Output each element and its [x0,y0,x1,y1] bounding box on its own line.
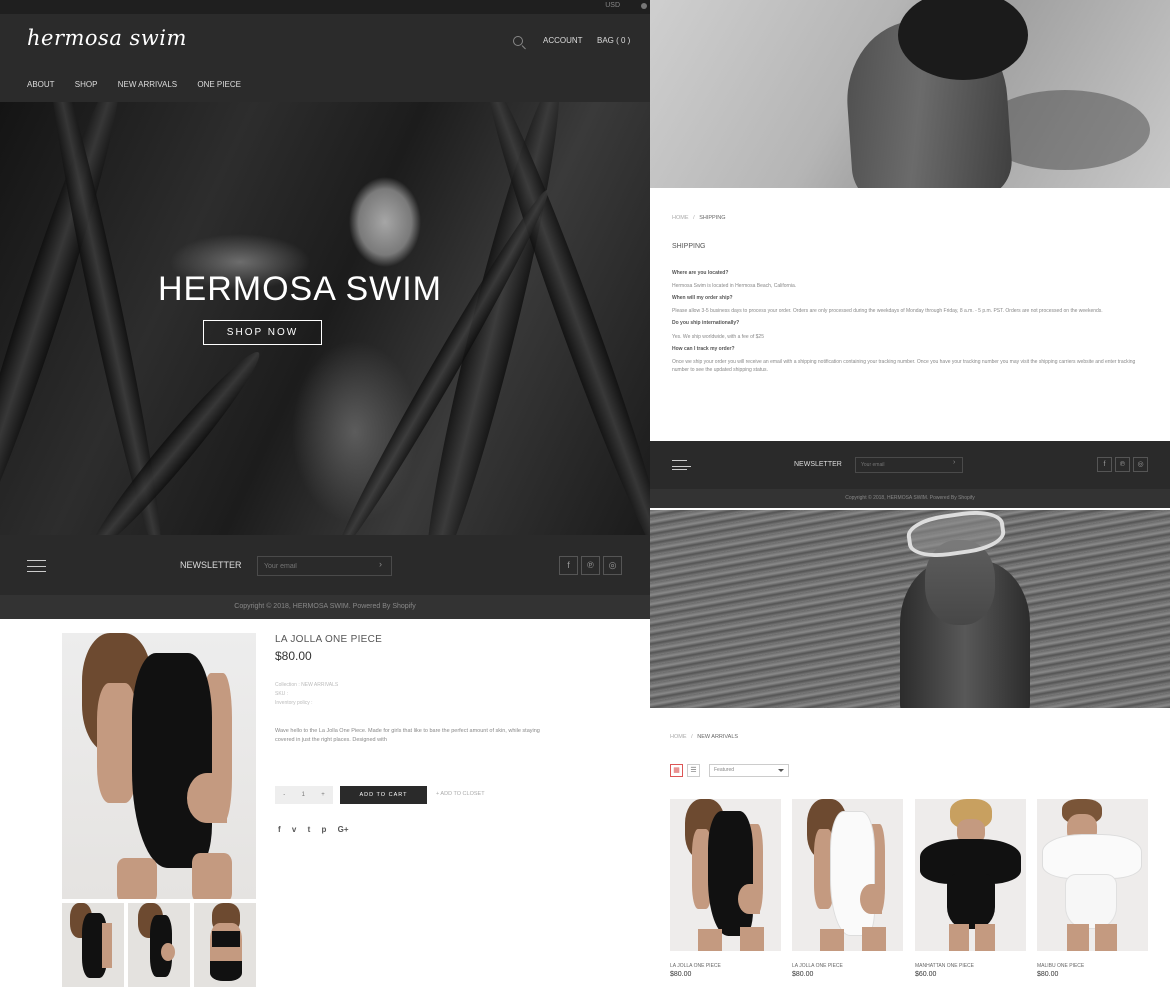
twitter-icon[interactable]: t [308,825,311,834]
faq-question: When will my order ship? [672,295,733,301]
product-name[interactable]: MALIBU ONE PIECE [1037,963,1148,969]
vimeo-icon[interactable]: v [292,825,296,834]
breadcrumb-current: SHIPPING [699,215,726,221]
submit-arrow-icon[interactable]: › [379,559,382,569]
google-plus-icon[interactable]: G+ [338,825,349,834]
share-icons: f v t p G+ [278,825,358,834]
product-collection: Collection : NEW ARRIVALS [275,682,339,688]
product-inventory: Inventory policy : [275,700,313,706]
faq-answer: Hermosa Swim is located in Hermosa Beach… [672,283,797,289]
qty-plus-button[interactable]: + [321,792,325,798]
account-link[interactable]: ACCOUNT [543,36,583,45]
product-name[interactable]: LA JOLLA ONE PIECE [670,963,781,969]
store-logo[interactable]: hermosa swim [27,26,187,50]
instagram-icon[interactable]: ◎ [603,556,622,575]
nav-item-about[interactable]: ABOUT [27,80,55,89]
pinterest-icon[interactable]: ℗ [1115,457,1130,472]
collection-banner-image [650,510,1170,708]
product-thumbnail[interactable] [128,903,190,987]
product-image[interactable] [915,799,1026,951]
newsletter-email-input[interactable] [855,457,963,473]
product-image[interactable] [792,799,903,951]
pinterest-icon[interactable]: p [322,825,327,834]
breadcrumb: HOME / SHIPPING [672,215,726,221]
breadcrumb-current: NEW ARRIVALS [697,734,739,740]
product-image[interactable] [670,799,781,951]
site-footer: NEWSLETTER › f ℗ ◎ [0,535,650,595]
list-view-icon[interactable]: ☰ [687,764,700,777]
product-thumbnail[interactable] [194,903,256,987]
grid-view-icon[interactable]: ▦ [670,764,683,777]
product-title: LA JOLLA ONE PIECE [275,634,383,645]
breadcrumb-separator: / [691,734,693,740]
shop-now-button[interactable]: SHOP NOW [203,320,322,345]
faq-answer: Yes. We ship worldwide, with a fee of $2… [672,334,764,340]
facebook-icon[interactable]: f [1097,457,1112,472]
pinterest-icon[interactable]: ℗ [581,556,600,575]
breadcrumb-home[interactable]: HOME [672,215,689,221]
newsletter-label: NEWSLETTER [180,560,242,570]
top-bar: USD [0,0,650,14]
breadcrumb-separator: / [693,215,695,221]
faq-answer: Please allow 3-5 business days to proces… [672,308,1103,314]
newsletter-email-input[interactable] [257,556,392,576]
add-to-cart-button[interactable]: ADD TO CART [340,786,427,804]
search-icon[interactable] [513,36,523,46]
newsletter-label: NEWSLETTER [794,461,842,468]
menu-icon[interactable] [672,460,691,470]
breadcrumb: HOME / NEW ARRIVALS [670,734,738,740]
product-price: $80.00 [792,971,814,978]
qty-value[interactable]: 1 [302,792,305,798]
site-footer: NEWSLETTER › f ℗ ◎ [650,441,1170,489]
breadcrumb-home[interactable]: HOME [670,734,687,740]
add-to-closet-link[interactable]: + ADD TO CLOSET [436,791,485,797]
submit-arrow-icon[interactable]: › [953,459,955,466]
product-price: $80.00 [275,649,312,663]
facebook-icon[interactable]: f [559,556,578,575]
product-main-image[interactable] [62,633,256,899]
faq-answer: Once we ship your order you will receive… [672,359,1136,373]
product-price: $80.00 [1037,971,1059,978]
collection-content: HOME / NEW ARRIVALS ▦ ☰ Featured LA JOLL… [650,708,1170,1000]
product-card[interactable]: LA JOLLA ONE PIECE $80.00 [670,799,781,978]
instagram-icon[interactable]: ◎ [1133,457,1148,472]
copyright-text: Copyright © 2018, HERMOSA SWIM. Powered … [0,595,650,619]
site-header: hermosa swim ACCOUNT BAG ( 0 ) ABOUT SHO… [0,14,650,102]
faq-question: Do you ship internationally? [672,320,740,326]
nav-item-one-piece[interactable]: ONE PIECE [197,80,241,89]
product-card[interactable]: LA JOLLA ONE PIECE $80.00 [792,799,903,978]
product-price: $60.00 [915,971,937,978]
product-card[interactable]: MALIBU ONE PIECE $80.00 [1037,799,1148,978]
menu-icon[interactable] [27,560,46,572]
faq-question: How can I track my order? [672,346,735,352]
copyright-text: Copyright © 2018, HERMOSA SWIM. Powered … [650,489,1170,508]
product-description: Wave hello to the La Jolla One Piece. Ma… [275,728,540,743]
product-name[interactable]: LA JOLLA ONE PIECE [792,963,903,969]
main-nav: ABOUT SHOP NEW ARRIVALS ONE PIECE [27,80,259,89]
product-sku: SKU : [275,691,289,697]
facebook-icon[interactable]: f [278,825,281,834]
sort-select[interactable]: Featured [709,764,789,777]
nav-item-new-arrivals[interactable]: NEW ARRIVALS [118,80,177,89]
currency-selector[interactable]: USD [605,2,620,9]
product-card[interactable]: MANHATTAN ONE PIECE $60.00 [915,799,1026,978]
product-name[interactable]: MANHATTAN ONE PIECE [915,963,1026,969]
bag-link[interactable]: BAG ( 0 ) [597,36,630,45]
product-image[interactable] [1037,799,1148,951]
page-title: SHIPPING [672,243,706,250]
settings-icon[interactable] [641,3,647,9]
shipping-banner-image [650,0,1170,188]
shipping-content: HOME / SHIPPING SHIPPING Where are you l… [650,188,1170,441]
qty-minus-button[interactable]: - [283,792,285,798]
product-thumbnail[interactable] [62,903,124,987]
nav-item-shop[interactable]: SHOP [75,80,98,89]
quantity-stepper[interactable]: - 1 + [275,786,333,804]
hero-banner: HERMOSA SWIM SHOP NOW [0,102,650,535]
product-price: $80.00 [670,971,692,978]
hero-title: HERMOSA SWIM [157,270,443,308]
faq-question: Where are you located? [672,270,729,276]
